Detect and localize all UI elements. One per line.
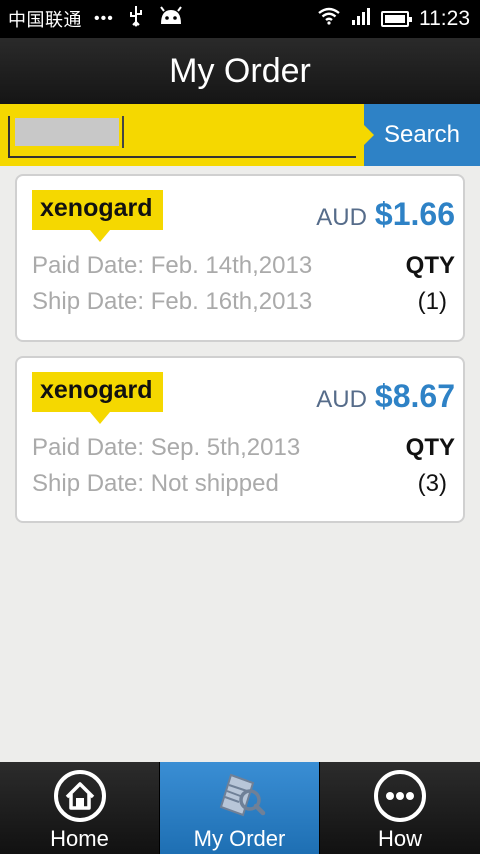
ship-date: Ship Date: Not shipped	[32, 470, 279, 497]
battery-icon	[381, 11, 412, 27]
status-left: 中国联通 •••	[8, 5, 184, 33]
nav-label-home: Home	[50, 826, 109, 851]
nav-item-my-order[interactable]: My Order	[160, 762, 320, 854]
order-price: $1.66	[374, 196, 455, 232]
currency-label: AUD	[316, 204, 367, 231]
ship-date: Ship Date: Feb. 16th,2013	[32, 288, 313, 315]
nav-label-how: How	[377, 826, 422, 851]
nav-item-how[interactable]: How	[320, 762, 480, 854]
price-row: AUD $1.66	[316, 196, 455, 233]
carrier-label: 中国联通	[8, 10, 82, 31]
status-bar: 中国联通 ••• 11:23	[0, 0, 480, 38]
brand-tag: xenogard	[32, 190, 163, 242]
qty-value: (1)	[417, 288, 447, 315]
order-price: $8.67	[374, 378, 455, 414]
qty-label: QTY	[405, 252, 455, 279]
signal-icon	[351, 7, 371, 31]
title-bar: My Order	[0, 38, 480, 104]
paid-date: Paid Date: Sep. 5th,2013	[32, 434, 301, 461]
order-card[interactable]: xenogard AUD $1.66 Paid Date: Feb. 14th,…	[15, 174, 465, 342]
wifi-icon	[317, 7, 341, 31]
page-title: My Order	[169, 51, 311, 90]
notification-dots: •••	[94, 10, 114, 27]
bottom-nav: Home My Order How	[0, 762, 480, 854]
search-button-arrow	[364, 125, 374, 145]
status-right: 11:23	[317, 7, 470, 31]
text-cursor	[122, 116, 124, 148]
qty-value: (3)	[417, 470, 447, 497]
price-row: AUD $8.67	[316, 378, 455, 415]
order-search-icon	[212, 768, 268, 824]
more-icon	[372, 768, 428, 824]
search-button[interactable]: Search	[364, 104, 480, 166]
clock: 11:23	[419, 7, 470, 30]
qty-label: QTY	[405, 434, 455, 461]
search-input-redacted-text	[15, 118, 119, 146]
brand-tag: xenogard	[32, 372, 163, 424]
nav-label-my-order: My Order	[193, 826, 286, 851]
currency-label: AUD	[316, 386, 367, 413]
nav-item-home[interactable]: Home	[0, 762, 160, 854]
order-card[interactable]: xenogard AUD $8.67 Paid Date: Sep. 5th,2…	[15, 356, 465, 523]
paid-date: Paid Date: Feb. 14th,2013	[32, 252, 313, 279]
home-icon	[52, 768, 108, 824]
android-icon	[158, 6, 184, 32]
usb-icon	[126, 5, 146, 33]
